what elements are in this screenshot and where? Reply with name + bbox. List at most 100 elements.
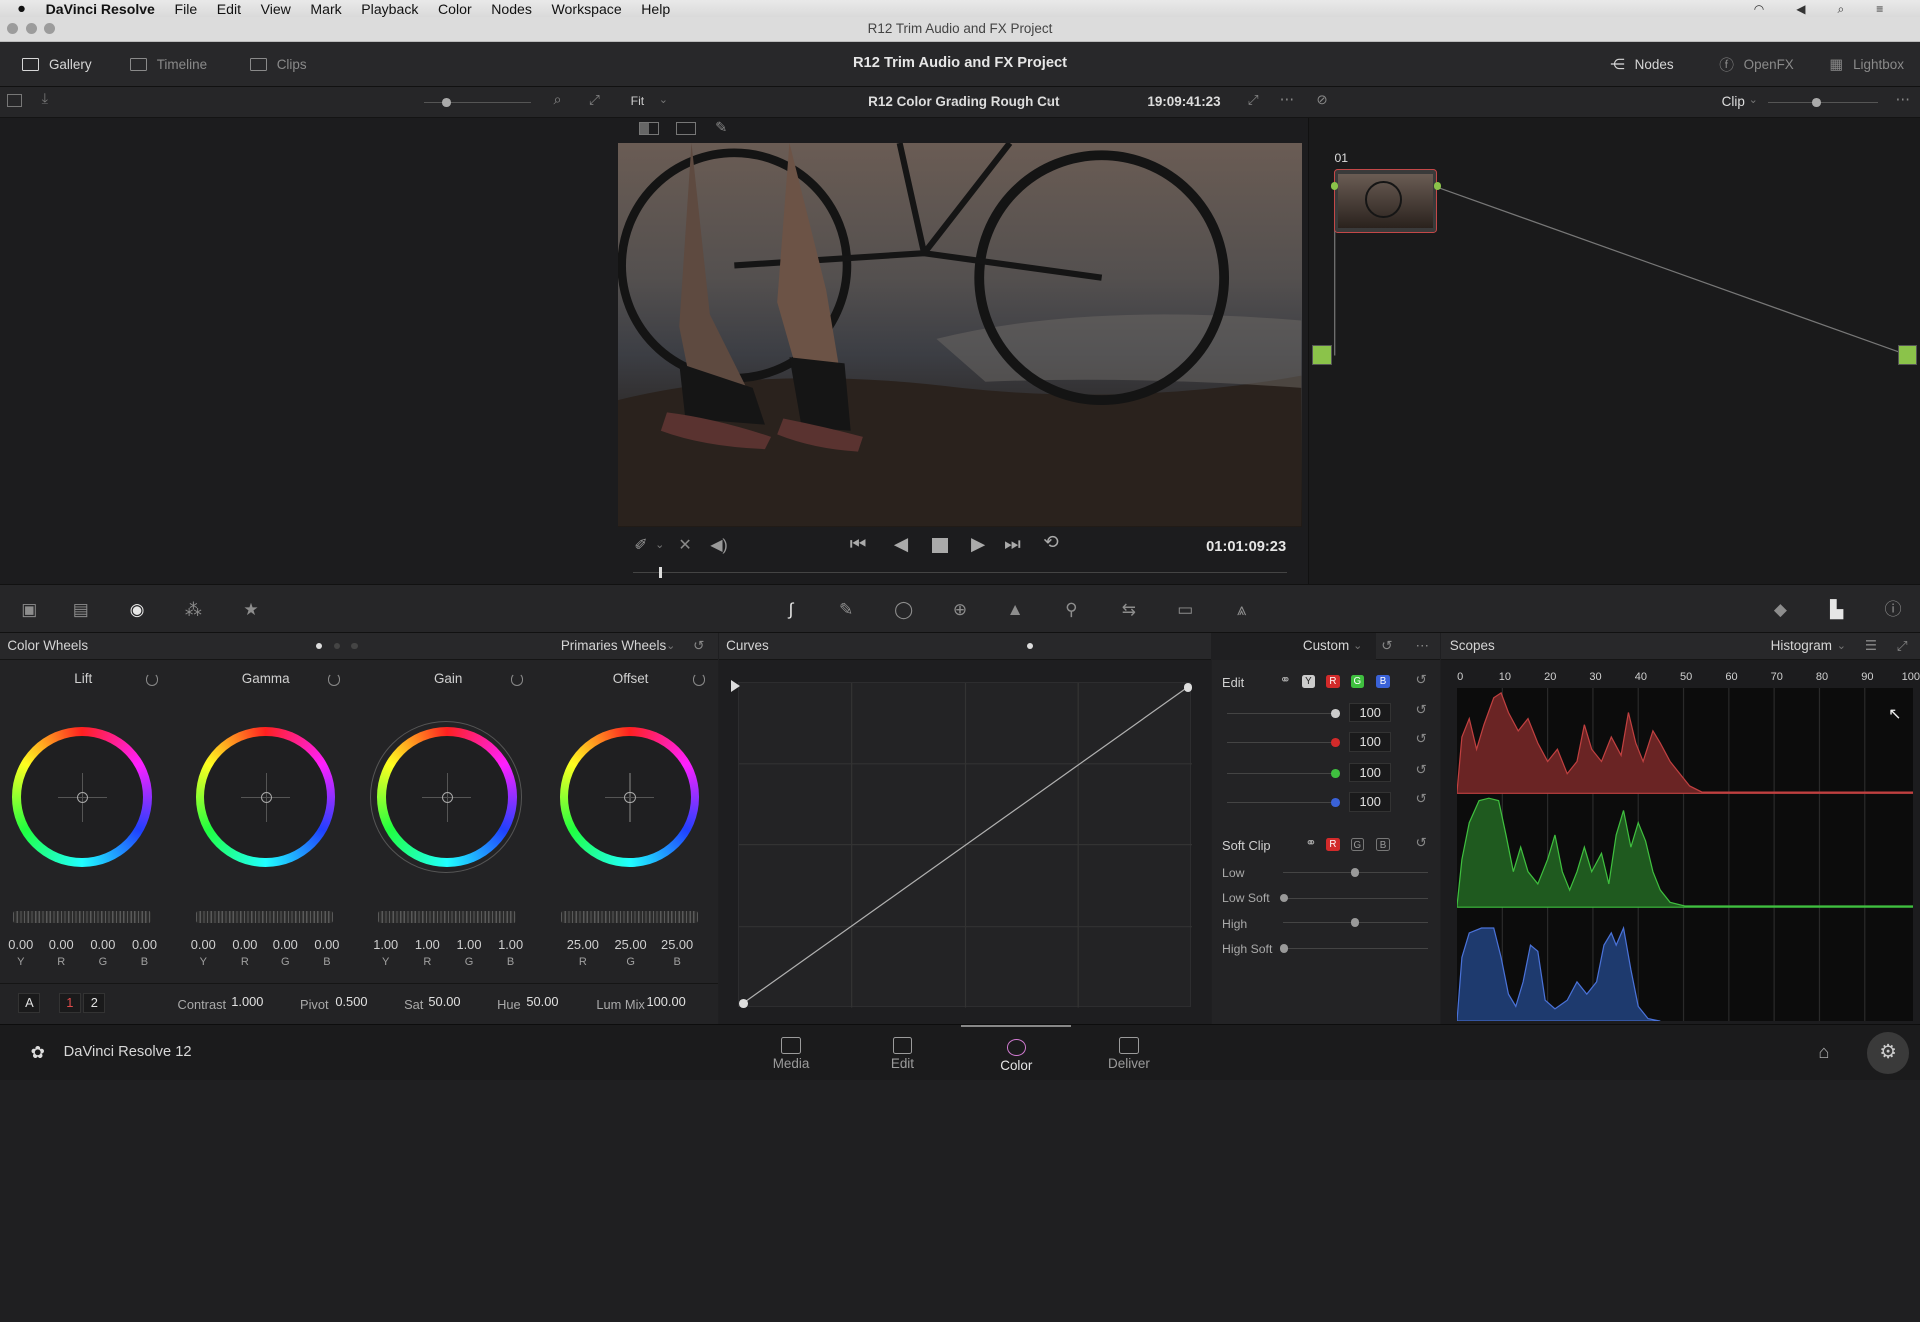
page-dot-active[interactable] — [1027, 642, 1034, 649]
bypass-icon[interactable]: ⊘ — [1316, 92, 1327, 108]
blur-icon[interactable]: ▲ — [1005, 599, 1025, 620]
gain-r-value[interactable]: 1.00 — [408, 937, 447, 952]
high-soft-handle[interactable] — [1279, 944, 1289, 953]
gamma-g-value[interactable]: 0.00 — [266, 937, 305, 952]
menu-file[interactable]: File — [174, 1, 197, 17]
wheels-mode-select[interactable]: Primaries Wheels — [561, 633, 666, 660]
g-intensity-field[interactable]: 100 — [1349, 762, 1392, 783]
offset-g-value[interactable]: 25.00 — [611, 937, 650, 952]
scopes-mode-chevron-icon[interactable]: ⌄ — [1837, 633, 1846, 660]
softclip-b-button[interactable]: B — [1376, 837, 1390, 852]
menu-view[interactable]: View — [261, 1, 291, 17]
color-wheels-icon[interactable]: ◉ — [127, 599, 147, 620]
g-intensity-handle[interactable] — [1331, 768, 1340, 778]
thumbnail-size-handle[interactable] — [442, 97, 451, 107]
magic-wand-icon[interactable]: ✎ — [715, 119, 727, 136]
power-window-icon[interactable]: ◯ — [894, 599, 914, 620]
volume-icon[interactable]: ◀ — [1796, 2, 1805, 17]
curves-mode-select[interactable]: Custom — [1303, 633, 1349, 660]
picker-icon[interactable]: ✐ — [634, 535, 647, 555]
gamma-y-value[interactable]: 0.00 — [184, 937, 223, 952]
menu-nodes[interactable]: Nodes — [491, 1, 532, 17]
menu-mark[interactable]: Mark — [310, 1, 341, 17]
rgb-mixer-icon[interactable]: ⁂ — [184, 599, 204, 620]
wheels-reset-icon[interactable]: ↺ — [693, 633, 704, 660]
low-soft-slider[interactable] — [1283, 897, 1428, 899]
source-input[interactable] — [1312, 345, 1333, 365]
nodes-button[interactable]: ⋲ Nodes — [1610, 42, 1673, 87]
camera-raw-icon[interactable]: ▣ — [20, 599, 40, 620]
node-input-dot[interactable] — [1330, 182, 1339, 190]
gallery-search-icon[interactable]: ⌕ — [553, 92, 561, 108]
scopes-mode-select[interactable]: Histogram — [1771, 633, 1832, 660]
r-channel-button[interactable]: R — [1326, 674, 1340, 689]
search-icon[interactable]: ⌕ — [1837, 2, 1844, 17]
scopes-settings-icon[interactable]: ☰ — [1865, 633, 1877, 660]
link-icon[interactable]: ⚭ — [1280, 672, 1291, 688]
curve-input-marker[interactable] — [731, 679, 741, 692]
softclip-r-button[interactable]: R — [1326, 837, 1340, 852]
r-intensity-handle[interactable] — [1331, 738, 1340, 747]
b-channel-button[interactable]: B — [1376, 674, 1390, 689]
menu-edit[interactable]: Edit — [217, 1, 241, 17]
sat-field[interactable]: 50.00 — [424, 993, 466, 1013]
apple-icon[interactable]: ● — [17, 1, 26, 17]
softclip-g-button[interactable]: G — [1350, 837, 1365, 852]
app-menu[interactable]: DaVinci Resolve — [46, 1, 155, 17]
b-intensity-field[interactable]: 100 — [1349, 792, 1392, 812]
split-screen-icon[interactable] — [639, 122, 659, 135]
color-match-icon[interactable]: ▤ — [71, 599, 91, 620]
offset-b-value[interactable]: 25.00 — [658, 937, 697, 952]
gain-reset-icon[interactable] — [510, 673, 523, 686]
lift-r-value[interactable]: 0.00 — [42, 937, 81, 952]
playhead[interactable] — [659, 566, 662, 578]
curves-mode-chevron-icon[interactable]: ⌄ — [1353, 633, 1362, 660]
gain-master-wheel[interactable] — [378, 911, 516, 924]
high-handle[interactable] — [1350, 918, 1360, 927]
key-icon[interactable]: ⚲ — [1062, 599, 1082, 620]
scopes-expand-icon[interactable]: ⤢ — [1897, 633, 1908, 660]
softclip-link-icon[interactable]: ⚭ — [1305, 835, 1316, 851]
zoom-select[interactable]: Fit — [631, 94, 645, 108]
lummix-field[interactable]: 100.00 — [643, 993, 690, 1013]
pivot-field[interactable]: 0.500 — [331, 993, 373, 1013]
download-icon[interactable]: ⤓ — [42, 91, 49, 107]
offset-master-wheel[interactable] — [560, 911, 698, 924]
clip-mode-chevron-icon[interactable]: ⌄ — [1749, 93, 1758, 106]
3d-icon[interactable]: ▭ — [1176, 599, 1196, 620]
curve-low-point[interactable] — [739, 998, 748, 1008]
loop-icon[interactable]: ⟲ — [1043, 531, 1058, 553]
low-soft-handle[interactable] — [1279, 893, 1289, 903]
video-frame[interactable] — [618, 143, 1302, 527]
b-intensity-slider[interactable] — [1226, 802, 1335, 804]
home-icon[interactable]: ⌂ — [1818, 1041, 1829, 1063]
picker-chevron-icon[interactable]: ⌄ — [655, 538, 664, 551]
gamma-master-wheel[interactable] — [195, 911, 334, 924]
wipe-icon[interactable] — [675, 122, 696, 135]
y-intensity-slider[interactable] — [1226, 712, 1335, 714]
thumbnail-size-slider[interactable] — [423, 101, 532, 103]
g-channel-button[interactable]: G — [1350, 674, 1365, 689]
offset-reset-icon[interactable] — [693, 673, 706, 686]
offset-puck[interactable] — [624, 792, 636, 804]
curves-icon[interactable]: ∫ — [781, 599, 801, 620]
scrubber-bar[interactable] — [633, 566, 1287, 578]
curves-reset-icon[interactable]: ↺ — [1381, 633, 1392, 660]
output-node[interactable] — [1897, 345, 1918, 365]
clips-button[interactable]: Clips — [249, 42, 307, 87]
lift-master-wheel[interactable] — [13, 911, 151, 924]
lift-reset-icon[interactable] — [145, 673, 158, 686]
curve-graph[interactable] — [738, 682, 1193, 1008]
scopes-icon[interactable]: ▙ — [1827, 599, 1847, 620]
node-more-icon[interactable]: ⋯ — [1896, 91, 1911, 108]
y-channel-button[interactable]: Y — [1301, 674, 1316, 689]
gamma-b-value[interactable]: 0.00 — [307, 937, 346, 952]
media-page-button[interactable]: Media — [736, 1025, 846, 1080]
page-dot[interactable] — [334, 642, 341, 649]
lift-y-value[interactable]: 0.00 — [1, 937, 40, 952]
menu-playback[interactable]: Playback — [361, 1, 418, 17]
edit-page-button[interactable]: Edit — [847, 1025, 957, 1080]
timeline-chevron-icon[interactable]: ⌄ — [1044, 93, 1053, 106]
lightbox-button[interactable]: ▦ Lightbox — [1829, 42, 1904, 87]
stereo-icon[interactable]: ⩓ — [1232, 599, 1252, 620]
